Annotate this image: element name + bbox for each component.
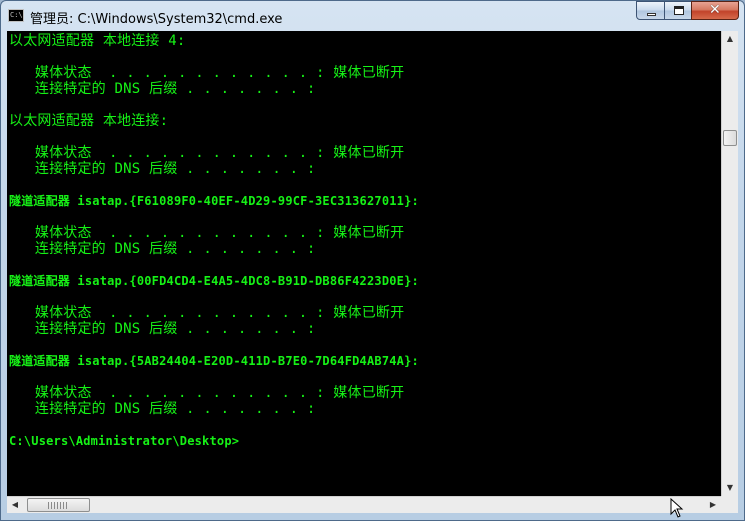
vertical-scroll-thumb[interactable]: [723, 130, 737, 146]
maximize-icon: [674, 6, 684, 15]
close-button[interactable]: ✕: [691, 1, 739, 20]
maximize-button[interactable]: [664, 1, 692, 20]
console-line: 连接特定的 DNS 后缀 . . . . . . . :: [9, 321, 316, 337]
console-line: 隧道适配器 isatap.{5AB24404-E20D-411D-B7E0-7D…: [9, 354, 419, 368]
grip-icon: [48, 502, 68, 509]
scroll-left-arrow-icon[interactable]: ◀: [7, 497, 23, 513]
mouse-pointer-icon: [670, 498, 684, 518]
horizontal-scroll-thumb[interactable]: [27, 498, 90, 512]
scroll-up-arrow-icon[interactable]: ▲: [722, 31, 738, 47]
cmd-window: C:\ 管理员: C:\Windows\System32\cmd.exe ✕ 以…: [0, 0, 745, 521]
window-title: 管理员: C:\Windows\System32\cmd.exe: [30, 12, 283, 27]
console-line: 以太网适配器 本地连接:: [9, 113, 169, 129]
console-line: 隧道适配器 isatap.{F61089F0-40EF-4D29-99CF-3E…: [9, 194, 419, 208]
cmd-app-icon[interactable]: C:\: [8, 9, 24, 22]
console-line: 连接特定的 DNS 后缀 . . . . . . . :: [9, 81, 316, 97]
minimize-button[interactable]: [636, 1, 665, 20]
close-icon: ✕: [709, 2, 721, 18]
console-output[interactable]: 以太网适配器 本地连接 4: 媒体状态 . . . . . . . . . . …: [7, 31, 721, 496]
console-line: 连接特定的 DNS 后缀 . . . . . . . :: [9, 401, 316, 417]
title-bar[interactable]: C:\ 管理员: C:\Windows\System32\cmd.exe ✕: [1, 1, 744, 31]
horizontal-scrollbar[interactable]: ◀ ▶: [7, 496, 721, 513]
console-line: 媒体状态 . . . . . . . . . . . . : 媒体已断开: [9, 305, 405, 321]
console-line: 以太网适配器 本地连接 4:: [9, 33, 186, 49]
console-line: 媒体状态 . . . . . . . . . . . . : 媒体已断开: [9, 385, 405, 401]
console-line: 媒体状态 . . . . . . . . . . . . : 媒体已断开: [9, 65, 405, 81]
console-line: 连接特定的 DNS 后缀 . . . . . . . :: [9, 161, 316, 177]
minimize-icon: [647, 13, 656, 16]
console-line: 媒体状态 . . . . . . . . . . . . : 媒体已断开: [9, 145, 405, 161]
command-prompt[interactable]: C:\Users\Administrator\Desktop>: [9, 433, 239, 449]
scroll-right-arrow-icon[interactable]: ▶: [705, 497, 721, 513]
scroll-down-arrow-icon[interactable]: ▼: [722, 480, 738, 496]
vertical-scrollbar[interactable]: ▲ ▼: [721, 31, 738, 496]
console-line: 媒体状态 . . . . . . . . . . . . : 媒体已断开: [9, 225, 405, 241]
console-line: 隧道适配器 isatap.{00FD4CD4-E4A5-4DC8-B91D-DB…: [9, 274, 419, 288]
scrollbar-corner: [721, 496, 738, 513]
console-line: 连接特定的 DNS 后缀 . . . . . . . :: [9, 241, 316, 257]
